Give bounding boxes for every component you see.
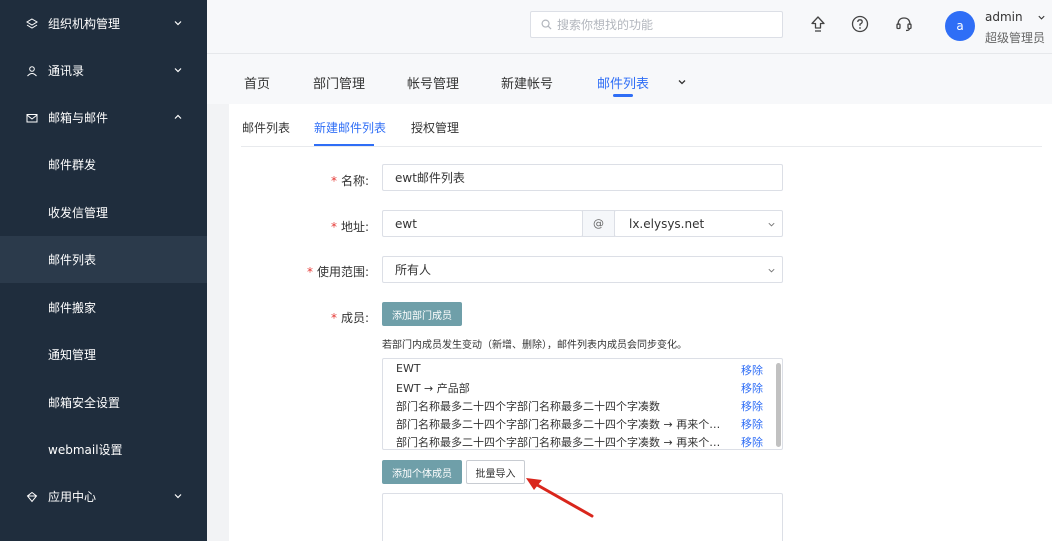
sidebar-item-notifications[interactable]: 通知管理 [0, 331, 207, 378]
remove-link[interactable]: 移除 [741, 380, 763, 396]
chevron-down-icon [174, 494, 182, 499]
sidebar-item-contacts[interactable]: 通讯录 [0, 47, 207, 94]
top-header: 搜索你想找的功能 a admin 超级管理员 [207, 0, 1052, 54]
name-value: ewt邮件列表 [395, 171, 465, 185]
tab-new-account[interactable]: 新建帐号 [501, 73, 553, 92]
tab-department[interactable]: 部门管理 [313, 73, 365, 92]
chevron-down-icon [768, 268, 775, 273]
divider [241, 146, 1042, 147]
search-icon [541, 19, 552, 30]
add-department-members-button[interactable]: 添加部门成员 [382, 302, 462, 326]
list-item: 部门名称最多二十四个字部门名称最多二十四个字凑数 移除 [396, 398, 766, 416]
address-label: * 地址: [330, 220, 369, 234]
annotation-arrow-icon [526, 478, 594, 518]
chevron-up-icon [174, 114, 182, 119]
chevron-down-icon[interactable] [677, 77, 687, 87]
member-name: EWT → 产品部 [396, 382, 470, 395]
sidebar-item-label: 通讯录 [48, 64, 85, 78]
name-field[interactable]: ewt邮件列表 [382, 164, 783, 191]
nav-tabs: 首页 部门管理 帐号管理 新建帐号 邮件列表 [207, 54, 1052, 104]
upgrade-icon[interactable] [808, 14, 828, 34]
support-headset-icon[interactable] [894, 14, 914, 34]
sidebar-item-org[interactable]: 组织机构管理 [0, 0, 207, 47]
scope-value: 所有人 [395, 263, 432, 277]
chevron-down-icon [768, 222, 775, 227]
chevron-down-icon [174, 68, 182, 73]
member-name: EWT [396, 362, 421, 375]
remove-link[interactable]: 移除 [741, 398, 763, 414]
sidebar-item-mailbox[interactable]: 邮箱与邮件 [0, 94, 207, 141]
list-item: EWT → 产品部 移除 [396, 380, 766, 398]
sidebar-item-label: webmail设置 [48, 443, 123, 457]
domain-select[interactable]: lx.elysys.net [614, 210, 783, 237]
contacts-icon [26, 65, 38, 77]
sidebar-item-app-center[interactable]: 应用中心 [0, 473, 207, 520]
chevron-down-icon[interactable] [1037, 13, 1046, 22]
sidebar-item-send-receive[interactable]: 收发信管理 [0, 189, 207, 236]
tab-home[interactable]: 首页 [244, 73, 270, 92]
chevron-down-icon [174, 21, 182, 26]
mail-icon [26, 112, 38, 124]
member-list[interactable]: EWT 移除 EWT → 产品部 移除 部门名称最多二十四个字部门名称最多二十四… [382, 358, 783, 450]
sidebar-item-mass-mail[interactable]: 邮件群发 [0, 141, 207, 188]
sidebar-item-label: 邮件列表 [48, 253, 97, 267]
members-label: * 成员: [330, 311, 369, 325]
sidebar-item-label: 组织机构管理 [48, 17, 121, 31]
remove-link[interactable]: 移除 [741, 434, 763, 449]
tab-accounts[interactable]: 帐号管理 [407, 73, 459, 92]
remove-link[interactable]: 移除 [741, 416, 763, 432]
list-item: EWT 移除 [396, 362, 766, 380]
domain-value: lx.elysys.net [629, 216, 705, 231]
layers-icon [26, 17, 38, 30]
list-item: 部门名称最多二十四个字部门名称最多二十四个字凑数 → 再来个长... 移除 [396, 434, 766, 449]
sidebar-item-label: 应用中心 [48, 490, 97, 504]
address-value: ewt [395, 216, 417, 231]
sidebar-item-label: 邮箱安全设置 [48, 396, 121, 410]
bulk-import-button[interactable]: 批量导入 [466, 460, 525, 484]
sidebar-item-label: 邮件搬家 [48, 301, 97, 315]
scrollbar[interactable] [776, 363, 781, 447]
list-item: 部门名称最多二十四个字部门名称最多二十四个字凑数 → 再来个长... 移除 [396, 416, 766, 434]
sidebar-item-mail-migration[interactable]: 邮件搬家 [0, 284, 207, 331]
sidebar-item-label: 邮箱与邮件 [48, 111, 109, 125]
subtab-mail-list[interactable]: 邮件列表 [242, 119, 290, 136]
subtab-authorization[interactable]: 授权管理 [411, 119, 459, 136]
members-hint: 若部门内成员发生变动（新增、删除），邮件列表内成员会同步变化。 [382, 340, 687, 351]
member-name: 部门名称最多二十四个字部门名称最多二十四个字凑数 → 再来个长... [396, 418, 726, 431]
sidebar-item-label: 收发信管理 [48, 206, 109, 220]
help-icon[interactable] [850, 14, 870, 34]
sidebar-item-webmail[interactable]: webmail设置 [0, 426, 207, 473]
sidebar-item-label: 通知管理 [48, 348, 97, 362]
active-tab-indicator [613, 94, 633, 97]
sidebar-item-security[interactable]: 邮箱安全设置 [0, 379, 207, 426]
search-placeholder: 搜索你想找的功能 [557, 18, 654, 32]
main-content: 邮件列表 新建邮件列表 授权管理 * 名称: ewt邮件列表 * 地址: ewt @… [229, 104, 1052, 541]
app-center-icon [26, 491, 38, 503]
sidebar: 组织机构管理 通讯录 邮箱与邮件 邮件群发 收发信管理 邮件列表 邮件搬家 通知… [0, 0, 207, 541]
tab-mail-list[interactable]: 邮件列表 [597, 73, 649, 92]
search-input[interactable]: 搜索你想找的功能 [530, 11, 783, 38]
address-field[interactable]: ewt [382, 210, 583, 237]
avatar[interactable]: a [945, 11, 975, 41]
remove-link[interactable]: 移除 [741, 362, 763, 378]
user-name[interactable]: admin [985, 10, 1023, 24]
member-name: 部门名称最多二十四个字部门名称最多二十四个字凑数 [396, 400, 660, 413]
sidebar-item-mail-list[interactable]: 邮件列表 [0, 236, 207, 283]
scope-label: * 使用范围: [306, 265, 369, 279]
user-role: 超级管理员 [985, 31, 1046, 45]
scope-select[interactable]: 所有人 [382, 256, 783, 283]
sidebar-item-label: 邮件群发 [48, 158, 97, 172]
at-addon: @ [582, 210, 615, 237]
subtab-new-mail-list[interactable]: 新建邮件列表 [314, 119, 386, 136]
member-name: 部门名称最多二十四个字部门名称最多二十四个字凑数 → 再来个长... [396, 436, 726, 449]
name-label: * 名称: [330, 174, 369, 188]
add-individual-members-button[interactable]: 添加个体成员 [382, 460, 462, 484]
